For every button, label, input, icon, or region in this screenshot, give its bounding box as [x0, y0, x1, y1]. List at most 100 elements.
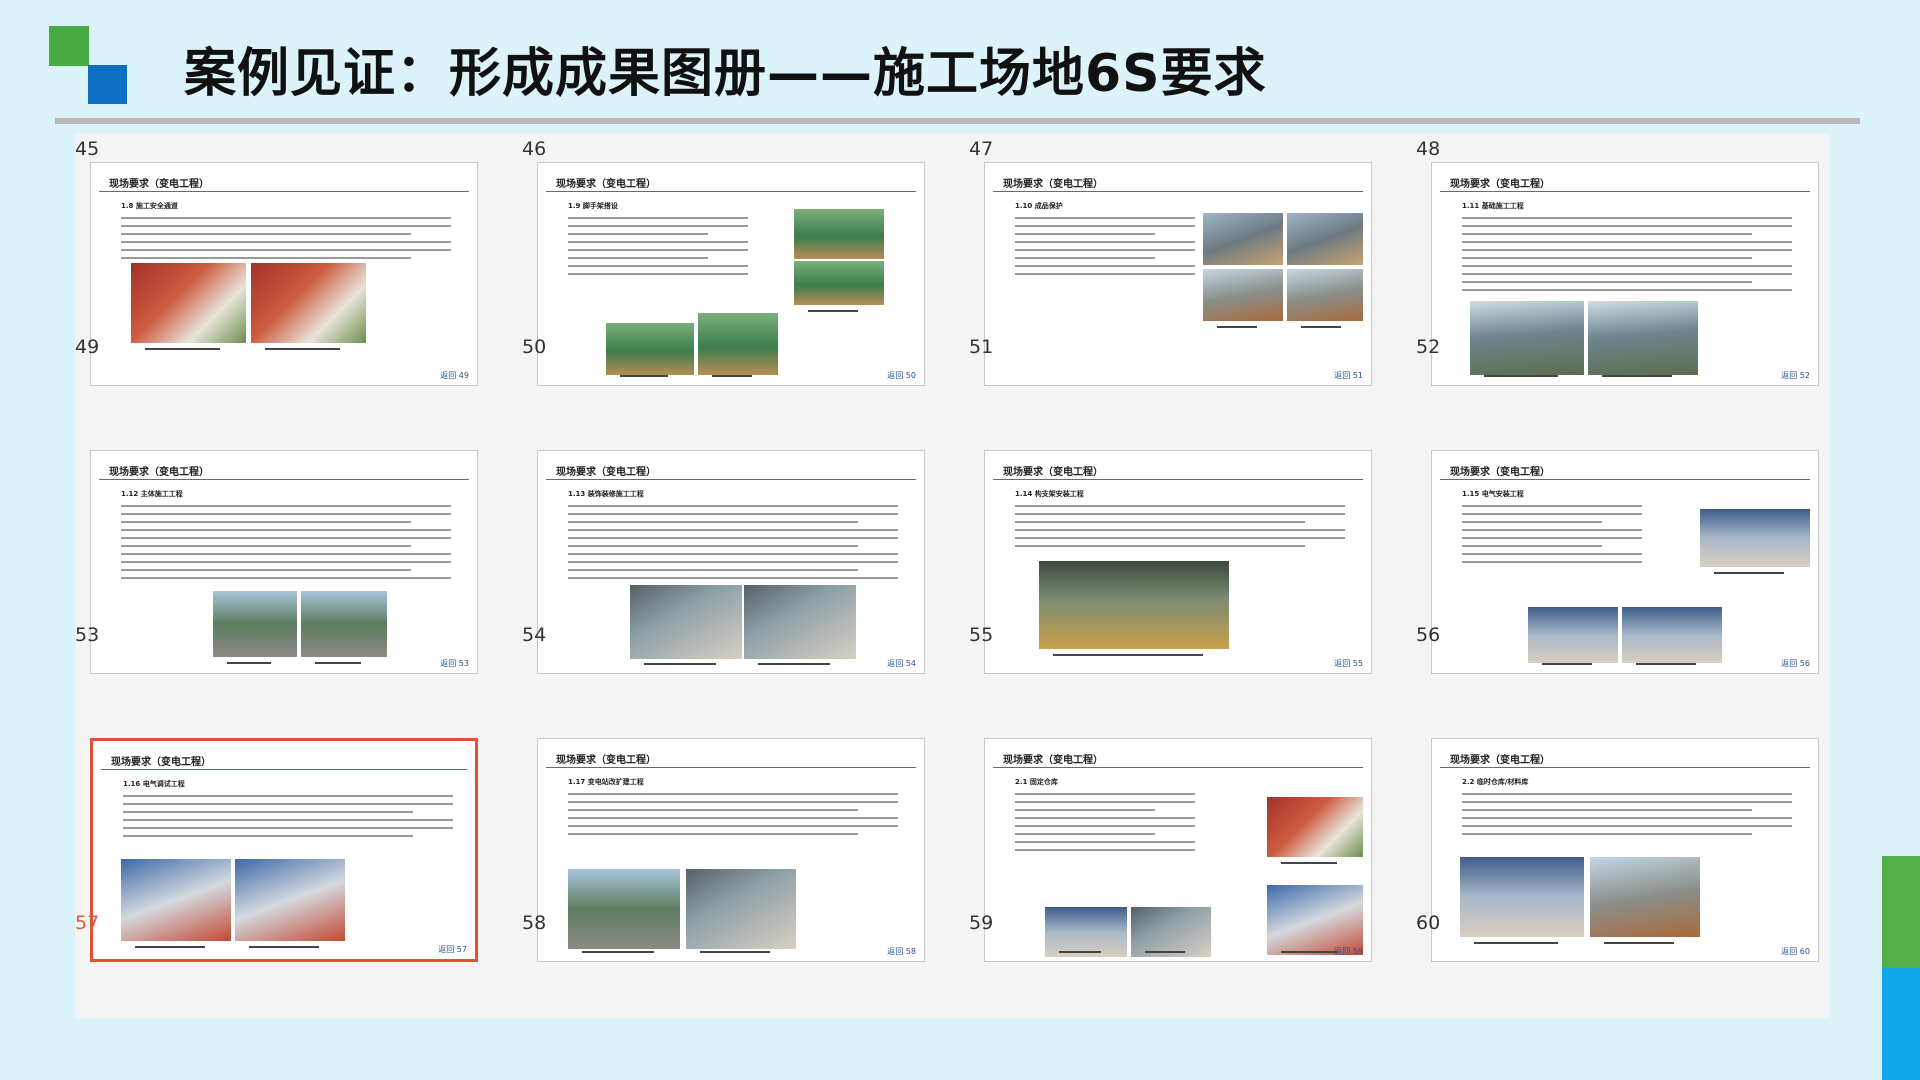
text-line — [1015, 505, 1345, 507]
text-line — [568, 257, 708, 259]
text-line — [123, 827, 453, 829]
return-link[interactable]: 返回 57 — [438, 944, 467, 955]
photo-caption — [135, 946, 205, 948]
page-thumbnail[interactable]: 现场要求（变电工程） 1.14 构支架安装工程 返回 55 — [984, 450, 1372, 674]
return-link[interactable]: 返回 55 — [1334, 658, 1363, 669]
text-line — [568, 233, 708, 235]
return-link[interactable]: 返回 56 — [1781, 658, 1810, 669]
text-line — [1462, 257, 1752, 259]
photo-caption — [620, 375, 668, 377]
return-link[interactable]: 返回 51 — [1334, 370, 1363, 381]
text-line — [1462, 833, 1752, 835]
photo-caption — [315, 662, 361, 664]
page-thumbnail[interactable]: 现场要求（变电工程） 1.17 变电站改扩建工程 返回 58 — [537, 738, 925, 962]
page-thumbnail-cell[interactable]: 现场要求（变电工程） 1.8 施工安全通道 返回 49 49 — [75, 98, 522, 386]
return-link[interactable]: 返回 53 — [440, 658, 469, 669]
text-line — [568, 817, 898, 819]
page-heading: 现场要求（变电工程） — [1450, 467, 1550, 478]
text-line — [1462, 273, 1792, 275]
page-thumbnail-cell[interactable]: 现场要求（变电工程） 1.13 装饰装修施工工程 返回 54 54 — [522, 386, 969, 674]
text-line — [121, 225, 451, 227]
page-thumbnail-cell[interactable]: 现场要求（变电工程） 1.11 基础施工工程 返回 52 52 — [1416, 98, 1863, 386]
photo-caption — [1602, 375, 1672, 377]
page-heading: 现场要求（变电工程） — [1003, 755, 1103, 766]
text-line — [121, 249, 451, 251]
heading-rule — [993, 767, 1363, 768]
page-thumbnail[interactable]: 现场要求（变电工程） 1.13 装饰装修施工工程 返回 54 — [537, 450, 925, 674]
logo-green-square — [49, 26, 89, 66]
page-thumbnail-cell[interactable]: 现场要求（变电工程） 1.14 构支架安装工程 返回 55 55 — [969, 386, 1416, 674]
page-thumbnail-gallery[interactable]: 45 46 47 48 现场要求（变电工程） 1.8 施工安全通道 返回 49 49 现场要求（… — [75, 134, 1830, 1018]
page-thumbnail-cell[interactable]: 现场要求（变电工程） 1.16 电气调试工程 返回 57 57 — [75, 674, 522, 962]
site-photo — [301, 591, 387, 657]
page-thumbnail[interactable]: 现场要求（变电工程） 2.2 临时仓库/材料库 返回 60 — [1431, 738, 1819, 962]
return-link[interactable]: 返回 50 — [887, 370, 916, 381]
return-link[interactable]: 返回 58 — [887, 946, 916, 957]
page-thumbnail[interactable]: 现场要求（变电工程） 1.15 电气安装工程 返回 56 — [1431, 450, 1819, 674]
text-line — [121, 233, 411, 235]
text-line — [568, 505, 898, 507]
photo-caption — [1636, 663, 1696, 665]
section-heading: 1.8 施工安全通道 — [121, 202, 178, 210]
section-heading: 1.12 主体施工工程 — [121, 490, 183, 498]
page-thumbnail[interactable]: 现场要求（变电工程） 1.8 施工安全通道 返回 49 — [90, 162, 478, 386]
text-line — [1462, 289, 1792, 291]
page-number-label: 54 — [522, 624, 547, 646]
page-thumbnail-cell[interactable]: 现场要求（变电工程） 2.2 临时仓库/材料库 返回 60 60 — [1416, 674, 1863, 962]
page-thumbnail-cell[interactable]: 现场要求（变电工程） 1.9 脚手架搭设 返回 50 50 — [522, 98, 969, 386]
text-line — [1462, 241, 1792, 243]
text-line — [1015, 521, 1305, 523]
photo-caption — [227, 662, 271, 664]
return-link[interactable]: 返回 54 — [887, 658, 916, 669]
text-line — [1462, 225, 1792, 227]
site-photo — [686, 869, 796, 949]
heading-rule — [546, 767, 916, 768]
page-thumbnail-cell[interactable]: 现场要求（变电工程） 1.10 成品保护 返回 51 51 — [969, 98, 1416, 386]
return-link[interactable]: 返回 52 — [1781, 370, 1810, 381]
text-line — [1015, 273, 1195, 275]
page-heading: 现场要求（变电工程） — [1003, 179, 1103, 190]
section-heading: 1.16 电气调试工程 — [123, 780, 185, 788]
heading-rule — [99, 191, 469, 192]
text-line — [568, 225, 748, 227]
text-line — [1015, 545, 1305, 547]
selected-page-thumbnail[interactable]: 现场要求（变电工程） 1.16 电气调试工程 返回 57 — [90, 738, 478, 962]
photo-caption — [1281, 951, 1337, 953]
text-line — [1015, 849, 1195, 851]
text-line — [1462, 561, 1642, 563]
return-link[interactable]: 返回 59 — [1334, 946, 1363, 957]
text-line — [1462, 529, 1642, 531]
text-line — [1462, 281, 1752, 283]
page-thumbnail[interactable]: 现场要求（变电工程） 2.1 固定仓库 返回 59 — [984, 738, 1372, 962]
site-photo — [1267, 797, 1363, 857]
text-line — [1015, 257, 1155, 259]
text-line — [123, 811, 413, 813]
page-thumbnail-cell[interactable]: 现场要求（变电工程） 1.12 主体施工工程 返回 53 53 — [75, 386, 522, 674]
page-thumbnail[interactable]: 现场要求（变电工程） 1.10 成品保护 返回 51 — [984, 162, 1372, 386]
section-heading: 1.14 构支架安装工程 — [1015, 490, 1084, 498]
page-thumbnail-cell[interactable]: 现场要求（变电工程） 2.1 固定仓库 返回 59 59 — [969, 674, 1416, 962]
text-line — [568, 553, 898, 555]
site-photo — [1528, 607, 1618, 663]
page-number-label: 58 — [522, 912, 547, 934]
text-line — [568, 825, 898, 827]
return-link[interactable]: 返回 49 — [440, 370, 469, 381]
page-thumbnail[interactable]: 现场要求（变电工程） 1.12 主体施工工程 返回 53 — [90, 450, 478, 674]
text-line — [568, 241, 748, 243]
page-thumbnail[interactable]: 现场要求（变电工程） 1.11 基础施工工程 返回 52 — [1431, 162, 1819, 386]
page-number-label: 50 — [522, 336, 547, 358]
return-link[interactable]: 返回 60 — [1781, 946, 1810, 957]
text-line — [1462, 537, 1642, 539]
photo-caption — [1604, 942, 1674, 944]
heading-rule — [101, 769, 467, 770]
photo-caption — [1053, 654, 1203, 656]
page-thumbnail-cell[interactable]: 现场要求（变电工程） 1.17 变电站改扩建工程 返回 58 58 — [522, 674, 969, 962]
text-line — [121, 529, 451, 531]
text-line — [121, 537, 451, 539]
text-line — [1015, 225, 1195, 227]
page-thumbnail-cell[interactable]: 现场要求（变电工程） 1.15 电气安装工程 返回 56 56 — [1416, 386, 1863, 674]
heading-rule — [1440, 479, 1810, 480]
text-line — [121, 217, 451, 219]
page-thumbnail[interactable]: 现场要求（变电工程） 1.9 脚手架搭设 返回 50 — [537, 162, 925, 386]
text-line — [568, 537, 898, 539]
